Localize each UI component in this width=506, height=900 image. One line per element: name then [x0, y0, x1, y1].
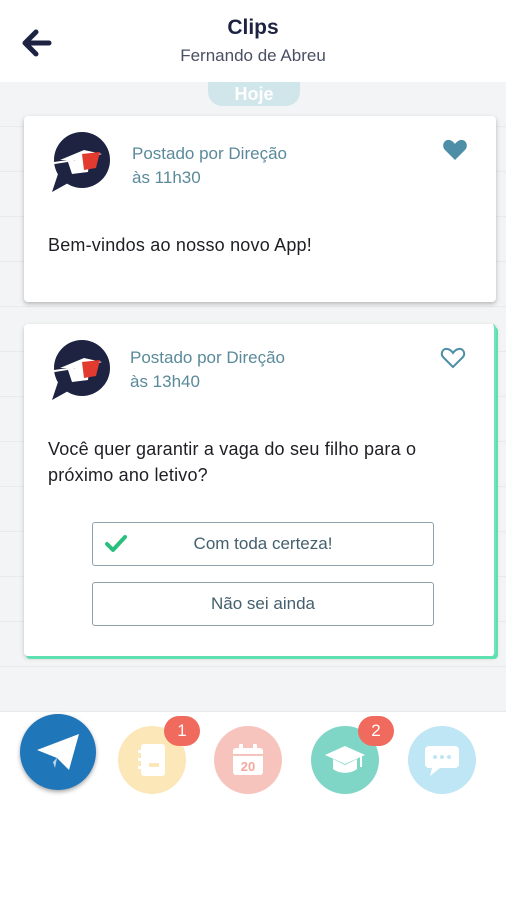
poll-option-label: Não sei ainda: [211, 594, 315, 613]
chat-bubble-icon: [425, 746, 459, 776]
poll-option-label: Com toda certeza!: [193, 534, 333, 553]
school-badge: 2: [358, 716, 394, 746]
nav-chat-button[interactable]: [408, 726, 476, 794]
avatar: [44, 130, 114, 196]
clips-feed[interactable]: Hoje Postado por Direção às 11h30 Bem-vi…: [0, 82, 506, 712]
post-time: às 13h40: [130, 372, 200, 391]
graduation-cap-icon: [325, 746, 365, 773]
avatar: [44, 338, 114, 404]
post-author: Postado por Direção: [130, 348, 285, 367]
post-time: às 11h30: [132, 168, 201, 187]
poll-option-unsure[interactable]: Não sei ainda: [92, 582, 434, 626]
notes-badge: 1: [164, 716, 200, 746]
post-message: Você quer garantir a vaga do seu filho p…: [48, 439, 417, 485]
post-meta: Postado por Direção às 11h30: [132, 142, 287, 190]
post-meta: Postado por Direção às 13h40: [130, 346, 285, 394]
heart-filled-icon: [443, 139, 467, 160]
app-header: Clips Fernando de Abreu: [0, 0, 506, 82]
nav-send-button[interactable]: [20, 714, 96, 790]
post-author: Postado por Direção: [132, 144, 287, 163]
calendar-icon: 20: [233, 744, 263, 775]
calendar-day-text: 20: [241, 759, 255, 774]
post-message: Bem-vindos ao nosso novo App!: [48, 235, 312, 255]
paper-plane-icon: [37, 734, 79, 770]
date-separator: Hoje: [208, 82, 300, 106]
heart-outline-icon: [440, 347, 466, 369]
post-card: Postado por Direção às 11h30 Bem-vindos …: [24, 116, 496, 302]
like-button[interactable]: [440, 346, 466, 370]
nav-calendar-button[interactable]: 20: [214, 726, 282, 794]
post-card: Postado por Direção às 13h40 Você quer g…: [24, 324, 496, 656]
notebook-icon: [138, 744, 165, 776]
check-icon: [105, 535, 127, 552]
bottom-nav: 1 20 2: [0, 712, 506, 900]
page-subtitle: Fernando de Abreu: [180, 46, 326, 65]
page-title: Clips: [227, 16, 279, 39]
like-button[interactable]: [442, 138, 468, 162]
poll-option-yes[interactable]: Com toda certeza!: [92, 522, 434, 566]
